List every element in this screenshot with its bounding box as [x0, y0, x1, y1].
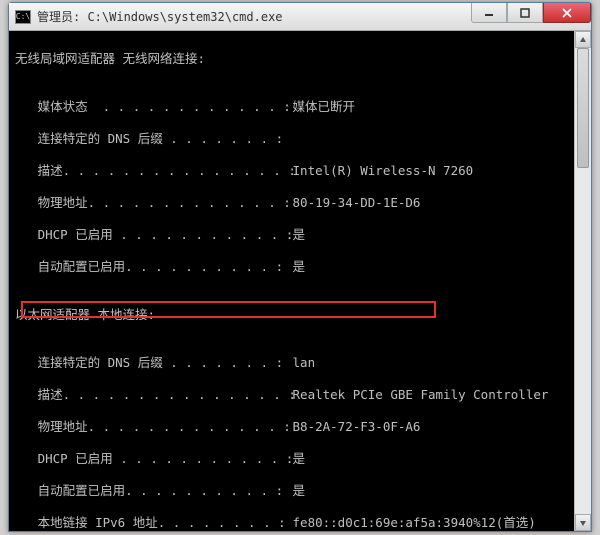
output-line: 描述. . . . . . . . . . . . . . . : Intel(… [15, 163, 585, 179]
scroll-track[interactable] [575, 48, 591, 514]
output-line: DHCP 已启用 . . . . . . . . . . . : 是 [15, 227, 585, 243]
window-controls [471, 3, 591, 30]
section-header-ethernet: 以太网适配器 本地连接: [15, 307, 585, 323]
output-line: 物理地址. . . . . . . . . . . . . : B8-2A-72… [15, 419, 585, 435]
output-line: 本地链接 IPv6 地址. . . . . . . . : fe80::d0c1… [15, 515, 585, 531]
output-line: DHCP 已启用 . . . . . . . . . . . : 是 [15, 451, 585, 467]
console-output[interactable]: 无线局域网适配器 无线网络连接: 媒体状态 . . . . . . . . . … [9, 31, 591, 531]
scroll-down-button[interactable] [575, 514, 591, 531]
close-button[interactable] [543, 3, 591, 23]
output-line: 自动配置已启用. . . . . . . . . . : 是 [15, 259, 585, 275]
output-line: 连接特定的 DNS 后缀 . . . . . . . : [15, 131, 585, 147]
maximize-button[interactable] [507, 3, 543, 23]
titlebar[interactable]: C:\ 管理员: C:\Windows\system32\cmd.exe [9, 3, 591, 31]
section-header-wlan: 无线局域网适配器 无线网络连接: [15, 51, 585, 67]
output-line: 物理地址. . . . . . . . . . . . . : 80-19-34… [15, 195, 585, 211]
vertical-scrollbar[interactable] [574, 31, 591, 531]
cmd-icon: C:\ [15, 10, 31, 24]
scroll-up-button[interactable] [575, 31, 591, 48]
window-title: 管理员: C:\Windows\system32\cmd.exe [37, 8, 471, 25]
output-line: 描述. . . . . . . . . . . . . . . : Realte… [15, 387, 585, 403]
scroll-thumb[interactable] [577, 48, 589, 168]
output-line: 自动配置已启用. . . . . . . . . . : 是 [15, 483, 585, 499]
cmd-window: C:\ 管理员: C:\Windows\system32\cmd.exe 无线局… [8, 2, 592, 532]
output-line: 媒体状态 . . . . . . . . . . . . : 媒体已断开 [15, 99, 585, 115]
minimize-button[interactable] [471, 3, 507, 23]
output-line: 连接特定的 DNS 后缀 . . . . . . . : lan [15, 355, 585, 371]
